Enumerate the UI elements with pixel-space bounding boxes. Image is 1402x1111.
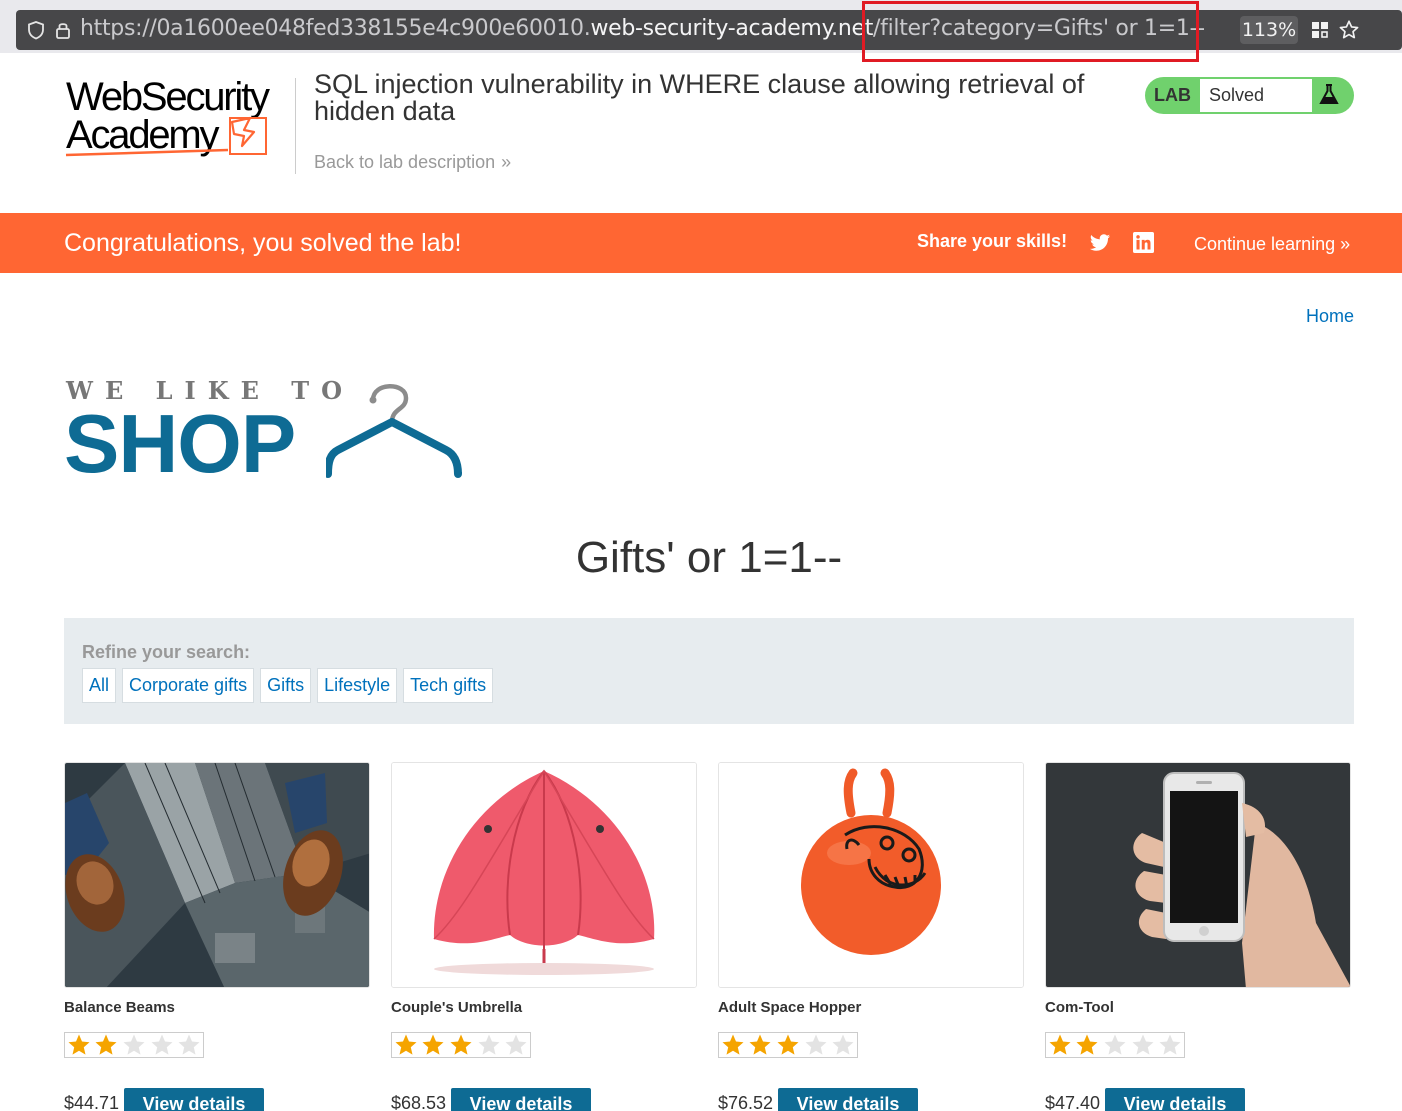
star-empty-icon <box>829 1033 857 1057</box>
double-chevron-right-icon: » <box>501 152 512 172</box>
extensions-icon[interactable] <box>1312 22 1328 38</box>
star-filled-icon <box>747 1033 775 1057</box>
product-image-com-tool[interactable] <box>1045 762 1351 988</box>
product-name: Couple's Umbrella <box>391 999 523 1016</box>
lab-status-badge: LAB Solved <box>1145 77 1354 114</box>
share-skills-label: Share your skills! <box>917 231 1068 251</box>
flask-icon <box>1319 84 1339 104</box>
product-card: Couple's Umbrella $68.53 View details <box>391 762 697 1111</box>
shop-logo-word: SHOP <box>64 397 296 490</box>
category-heading: Gifts' or 1=1-- <box>575 533 843 582</box>
refine-search-label: Refine your search: <box>82 642 251 662</box>
star-filled-icon <box>93 1033 121 1057</box>
url-host: web-security-academy.net <box>590 16 874 41</box>
refine-search-panel: Refine your search: All Corporate gifts … <box>64 618 1354 724</box>
filter-gifts[interactable]: Gifts <box>260 668 312 703</box>
twitter-icon[interactable] <box>1089 232 1111 254</box>
product-rating <box>64 1032 204 1058</box>
product-name: Adult Space Hopper <box>718 999 862 1016</box>
congratulations-message: Congratulations, you solved the lab! <box>64 229 462 257</box>
product-price: $76.52 <box>718 1093 774 1111</box>
star-empty-icon <box>475 1033 503 1057</box>
product-image-couples-umbrella[interactable] <box>391 762 697 988</box>
filter-lifestyle[interactable]: Lifestyle <box>317 668 398 703</box>
solved-banner: Congratulations, you solved the lab! Sha… <box>0 213 1402 273</box>
back-to-lab-description-link[interactable]: Back to lab description» <box>314 152 511 173</box>
web-security-academy-logo[interactable]: WebSecurity Academy <box>64 74 294 164</box>
lab-title: SQL injection vulnerability in WHERE cla… <box>314 69 1085 126</box>
filter-all[interactable]: All <box>82 668 117 703</box>
star-filled-icon <box>447 1033 475 1057</box>
product-rating <box>391 1032 531 1058</box>
star-filled-icon <box>1074 1033 1102 1057</box>
star-filled-icon <box>774 1033 802 1057</box>
zoom-level-button[interactable]: 113% <box>1240 16 1298 44</box>
continue-learning-label: Continue learning <box>1194 234 1336 254</box>
logo-divider <box>295 78 296 174</box>
star-filled-icon <box>1046 1033 1074 1057</box>
product-image-adult-space-hopper[interactable] <box>718 762 1024 988</box>
star-empty-icon <box>148 1033 176 1057</box>
star-filled-icon <box>719 1033 747 1057</box>
lock-icon[interactable] <box>54 20 72 40</box>
star-empty-icon <box>120 1033 148 1057</box>
view-details-button[interactable]: View details <box>451 1088 591 1111</box>
product-price: $47.40 <box>1045 1093 1101 1111</box>
product-image-balance-beams[interactable] <box>64 762 370 988</box>
product-rating <box>1045 1032 1185 1058</box>
product-name: Balance Beams <box>64 999 175 1016</box>
linkedin-icon[interactable] <box>1133 232 1154 253</box>
star-filled-icon <box>65 1033 93 1057</box>
category-filters: All Corporate gifts Gifts Lifestyle Tech… <box>82 668 494 703</box>
star-empty-icon <box>175 1033 203 1057</box>
url-prefix: https://0a1600ee048fed338155e4c900e60010… <box>80 16 591 41</box>
view-details-button[interactable]: View details <box>124 1088 264 1111</box>
browser-toolbar: https://0a1600ee048fed338155e4c900e60010… <box>0 0 1402 62</box>
view-details-button[interactable]: View details <box>778 1088 918 1111</box>
product-name: Com-Tool <box>1045 999 1114 1016</box>
back-link-label: Back to lab description <box>314 152 496 172</box>
star-empty-icon <box>1129 1033 1157 1057</box>
home-link[interactable]: Home <box>1306 306 1354 327</box>
product-card: Balance Beams $44.71 View details <box>64 762 370 1111</box>
product-price: $44.71 <box>64 1093 120 1111</box>
star-empty-icon <box>802 1033 830 1057</box>
bookmark-star-icon[interactable] <box>1338 19 1360 41</box>
filter-tech-gifts[interactable]: Tech gifts <box>403 668 494 703</box>
filter-corporate-gifts[interactable]: Corporate gifts <box>122 668 255 703</box>
product-rating <box>718 1032 858 1058</box>
view-details-button[interactable]: View details <box>1105 1088 1245 1111</box>
url-highlight-box <box>862 1 1199 62</box>
shield-icon[interactable] <box>26 20 46 40</box>
star-empty-icon <box>1101 1033 1129 1057</box>
star-filled-icon <box>420 1033 448 1057</box>
double-chevron-right-icon: » <box>1340 234 1351 254</box>
product-card: Adult Space Hopper $76.52 View details <box>718 762 1024 1111</box>
product-price: $68.53 <box>391 1093 447 1111</box>
star-empty-icon <box>502 1033 530 1057</box>
star-filled-icon <box>392 1033 420 1057</box>
lab-status-text: Solved <box>1200 79 1312 112</box>
lab-label: LAB <box>1154 85 1191 105</box>
product-card: Com-Tool $47.40 View details <box>1045 762 1351 1111</box>
continue-learning-link[interactable]: Continue learning » <box>1194 234 1350 255</box>
star-empty-icon <box>1156 1033 1184 1057</box>
we-like-to-shop-logo[interactable]: WE LIKE TO SHOP <box>64 376 464 490</box>
hanger-icon <box>326 384 462 478</box>
